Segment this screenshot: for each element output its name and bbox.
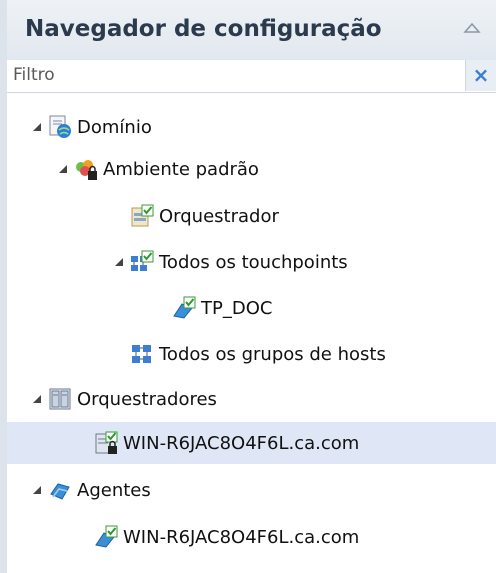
expanded-arrow-icon[interactable]: [30, 120, 44, 134]
panel-header: Navegador de configuração: [7, 0, 496, 61]
collapse-panel-icon[interactable]: [462, 18, 482, 38]
expanded-arrow-icon[interactable]: [30, 392, 44, 406]
filter-input[interactable]: [7, 60, 463, 90]
tree-node-environment[interactable]: Ambiente padrão: [56, 148, 259, 190]
tree-node-label: Domínio: [77, 116, 152, 138]
expanded-arrow-icon[interactable]: [30, 483, 44, 497]
orchestrators-folder-icon: [49, 388, 71, 410]
tree-node-agent[interactable]: WIN-R6JAC8O4F6L.ca.com: [94, 516, 359, 558]
configuration-navigator-panel: Navegador de configuração × Domínio Ambi…: [0, 0, 496, 573]
panel-left-border: [0, 0, 7, 573]
expanded-arrow-icon[interactable]: [56, 162, 70, 176]
expanded-arrow-icon[interactable]: [112, 255, 126, 269]
agents-folder-icon: [50, 483, 70, 500]
tree-node-label: Agentes: [77, 479, 151, 501]
tree-node-label: WIN-R6JAC8O4F6L.ca.com: [123, 526, 360, 548]
tree-node-all-host-groups[interactable]: Todos os grupos de hosts: [130, 333, 386, 375]
tree-node-label: Orquestrador: [159, 205, 279, 227]
tree-node-label: Ambiente padrão: [103, 158, 259, 180]
tree-node-orchestrators[interactable]: Orquestradores: [30, 378, 217, 420]
tree-node-label: TP_DOC: [201, 297, 273, 319]
tree-node-label: WIN-R6JAC8O4F6L.ca.com: [123, 432, 360, 454]
clear-filter-button[interactable]: ×: [465, 60, 496, 91]
orchestrator-check-icon: [131, 204, 154, 227]
tree-node-label: Todos os grupos de hosts: [159, 343, 386, 365]
tree-node-orchestrator[interactable]: Orquestrador: [130, 195, 279, 237]
touchpoint-icon: [173, 296, 196, 319]
domain-icon: [49, 115, 71, 138]
host-groups-icon: [132, 345, 151, 363]
tree-node-label: Orquestradores: [77, 388, 217, 410]
filter-bar: ×: [7, 60, 496, 93]
tree-node-orchestrator-server[interactable]: WIN-R6JAC8O4F6L.ca.com: [94, 422, 359, 464]
touchpoints-group-icon: [131, 250, 154, 271]
tree-node-agents[interactable]: Agentes: [30, 469, 151, 511]
tree-node-touchpoint[interactable]: TP_DOC: [172, 287, 272, 329]
tree-node-label: Todos os touchpoints: [159, 251, 348, 273]
orchestrator-server-lock-icon: [95, 431, 118, 454]
tree-node-domain[interactable]: Domínio: [30, 106, 152, 148]
tree-node-all-touchpoints[interactable]: Todos os touchpoints: [112, 241, 348, 283]
panel-title: Navegador de configuração: [25, 16, 382, 42]
environment-lock-icon: [76, 160, 97, 180]
agent-icon: [95, 525, 118, 548]
